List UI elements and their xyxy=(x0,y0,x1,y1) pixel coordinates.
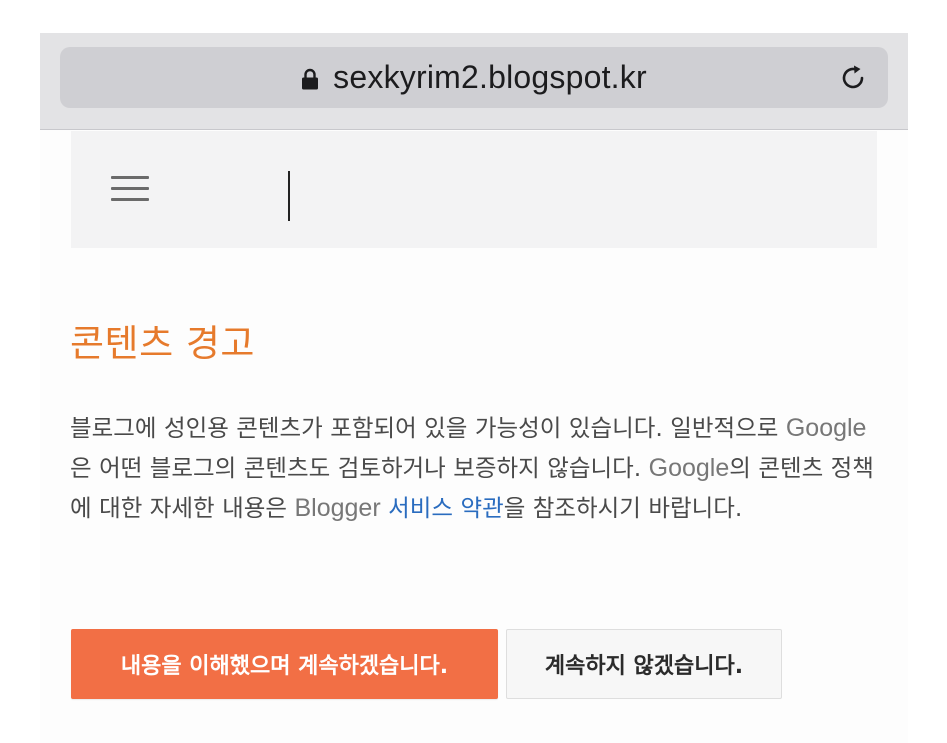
content-warning-title: 콘텐츠 경고 xyxy=(70,322,255,365)
browser-address-bar: sexkyrim2.blogspot.kr xyxy=(40,33,908,130)
reload-icon[interactable] xyxy=(838,63,868,93)
brand-blogger: Blogger xyxy=(294,494,381,522)
hamburger-menu-icon[interactable] xyxy=(111,176,149,202)
blog-header xyxy=(71,131,877,248)
content-warning-message: 블로그에 성인용 콘텐츠가 포함되어 있을 가능성이 있습니다. 일반적으로 G… xyxy=(70,408,880,528)
continue-button[interactable]: 내용을 이해했으며 계속하겠습니다. xyxy=(71,629,498,699)
decline-button[interactable]: 계속하지 않겠습니다. xyxy=(506,629,782,699)
url-text: sexkyrim2.blogspot.kr xyxy=(333,59,647,95)
warning-text-part-1: 블로그에 성인용 콘텐츠가 포함되어 있을 가능성이 있습니다. 일반적으로 xyxy=(70,414,786,442)
text-cursor xyxy=(288,171,290,221)
url-display: sexkyrim2.blogspot.kr xyxy=(60,47,888,108)
brand-google: Google xyxy=(648,454,730,482)
warning-text-part-4: 을 참조하시기 바랍니다. xyxy=(503,494,743,522)
terms-of-service-link[interactable]: 서비스 약관 xyxy=(388,494,504,522)
url-field[interactable]: sexkyrim2.blogspot.kr xyxy=(60,47,888,108)
warning-text-part-2: 은 어떤 블로그의 콘텐츠도 검토하거나 보증하지 않습니다. xyxy=(70,454,649,482)
browser-window: sexkyrim2.blogspot.kr 콘텐츠 경고 블로그에 성인용 콘텐… xyxy=(40,33,908,743)
brand-google: Google xyxy=(785,414,867,442)
lock-icon xyxy=(302,68,319,89)
